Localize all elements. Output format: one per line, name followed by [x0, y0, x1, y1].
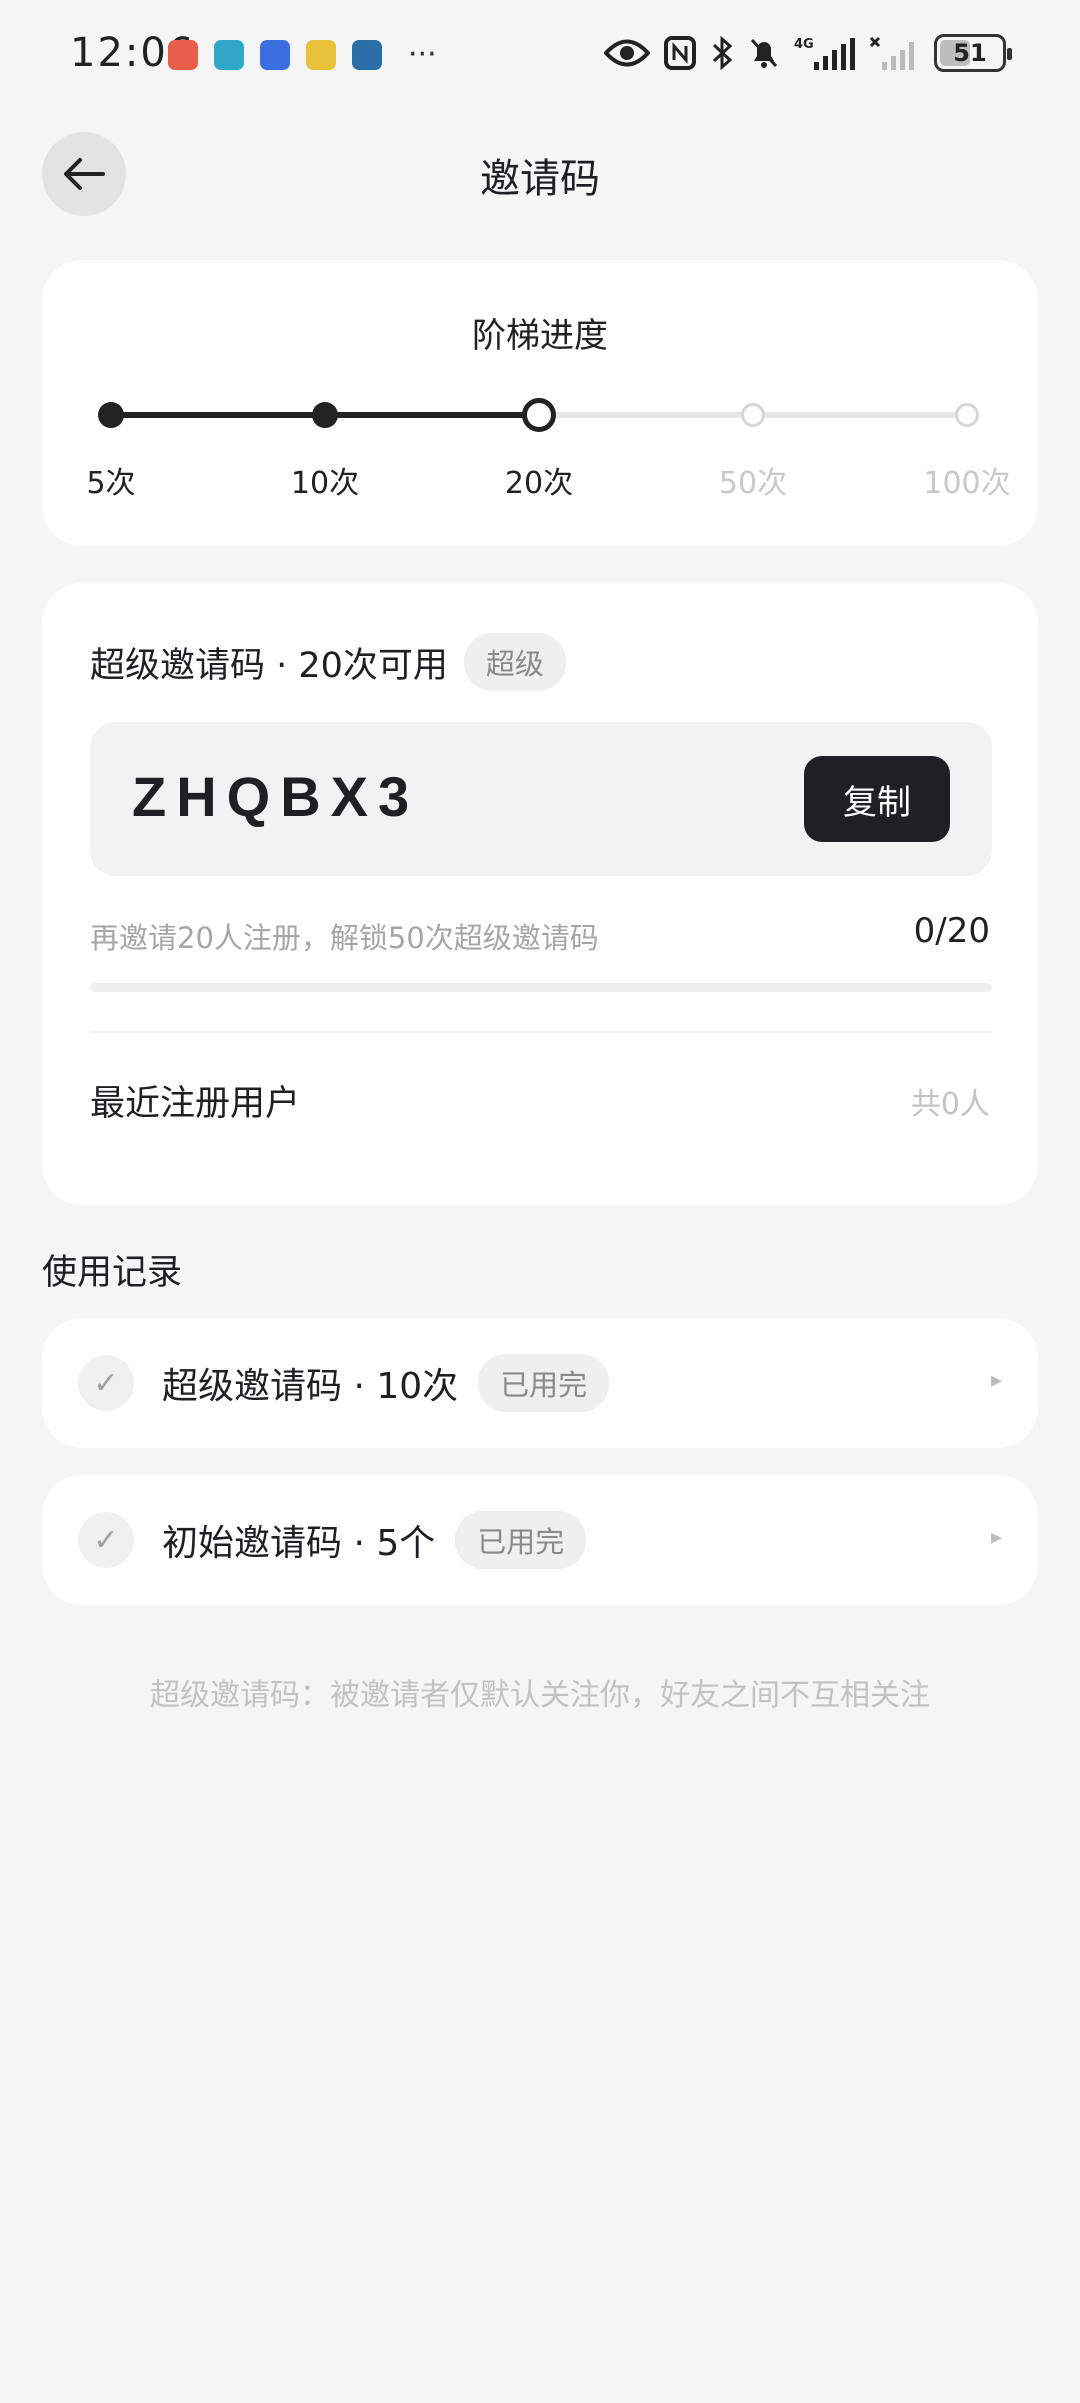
usage-record-item[interactable]: ✓ 超级邀请码 · 10次 已用完 ▸ — [42, 1318, 1038, 1448]
record-label: 初始邀请码 · 5个 — [162, 1523, 436, 1564]
blue-app-icon — [260, 40, 290, 70]
record-body: 超级邀请码 · 10次 已用完 — [162, 1318, 610, 1448]
chevron-right-icon: ▸ — [990, 1525, 1002, 1550]
unlock-progress-bar — [90, 983, 992, 992]
teal-app-icon — [214, 40, 244, 70]
signal-no-service-icon — [870, 36, 914, 70]
bell-muted-icon — [750, 38, 778, 68]
status-app-icons: ··· — [168, 40, 437, 70]
signal-4g-icon: 4G — [794, 37, 855, 70]
footnote: 超级邀请码：被邀请者仅默认关注你，好友之间不互相关注 — [150, 1678, 930, 1713]
progress-node-20 — [522, 398, 556, 432]
check-icon: ✓ — [78, 1512, 134, 1568]
progress-label-100: 100次 — [923, 466, 1011, 501]
usage-record-item[interactable]: ✓ 初始邀请码 · 5个 已用完 ▸ — [42, 1475, 1038, 1605]
battery-level: 51 — [953, 39, 987, 67]
invite-code-card: 超级邀请码 · 20次可用 超级 ZHQBX3 复制 再邀请20人注册，解锁50… — [42, 583, 1038, 1205]
red-app-icon — [168, 40, 198, 70]
super-badge: 超级 — [463, 633, 566, 691]
record-body: 初始邀请码 · 5个 已用完 — [162, 1475, 587, 1605]
unlock-hint: 再邀请20人注册，解锁50次超级邀请码 — [90, 921, 599, 955]
recent-users-label[interactable]: 最近注册用户 — [90, 1075, 300, 1126]
code-title: 超级邀请码 · 20次可用 — [90, 645, 448, 686]
code-header: 超级邀请码 · 20次可用 超级 — [90, 633, 566, 691]
chevron-right-icon: ▸ — [990, 1368, 1002, 1393]
network-type: 4G — [794, 37, 814, 52]
progress-label-10: 10次 — [290, 466, 360, 501]
used-up-badge: 已用完 — [455, 1511, 587, 1569]
code-box: ZHQBX3 复制 — [90, 722, 992, 876]
yellow-app-icon — [306, 40, 336, 70]
status-bar: 12:06 ··· 4G 51 — [0, 0, 1080, 110]
progress-label-50: 50次 — [718, 466, 788, 501]
progress-node-100 — [955, 403, 979, 427]
recent-users-count: 共0人 — [910, 1087, 990, 1122]
divider — [90, 1031, 992, 1033]
progress-node-50 — [741, 403, 765, 427]
tier-progress-card: 阶梯进度 5次 10次 20次 50次 100次 — [42, 260, 1038, 546]
progress-node-10 — [312, 402, 338, 428]
progress-title: 阶梯进度 — [472, 316, 608, 356]
progress-label-20: 20次 — [504, 466, 574, 501]
eye-icon — [604, 39, 650, 67]
dark-app-icon — [352, 40, 382, 70]
bluetooth-icon — [712, 36, 733, 70]
usage-records-title: 使用记录 — [42, 1253, 183, 1293]
more-notifications-icon: ··· — [408, 37, 437, 72]
copy-button[interactable]: 复制 — [804, 756, 950, 842]
page-title: 邀请码 — [480, 156, 600, 202]
invite-code[interactable]: ZHQBX3 — [132, 764, 419, 829]
status-icons: 4G 51 — [604, 34, 1012, 72]
progress-label-5: 5次 — [86, 466, 136, 501]
used-up-badge: 已用完 — [478, 1354, 610, 1412]
progress-node-5 — [98, 402, 124, 428]
nfc-icon — [664, 36, 696, 70]
unlock-count: 0/20 — [913, 911, 990, 951]
battery-icon: 51 — [934, 34, 1012, 72]
record-label: 超级邀请码 · 10次 — [162, 1366, 459, 1407]
check-icon: ✓ — [78, 1355, 134, 1411]
